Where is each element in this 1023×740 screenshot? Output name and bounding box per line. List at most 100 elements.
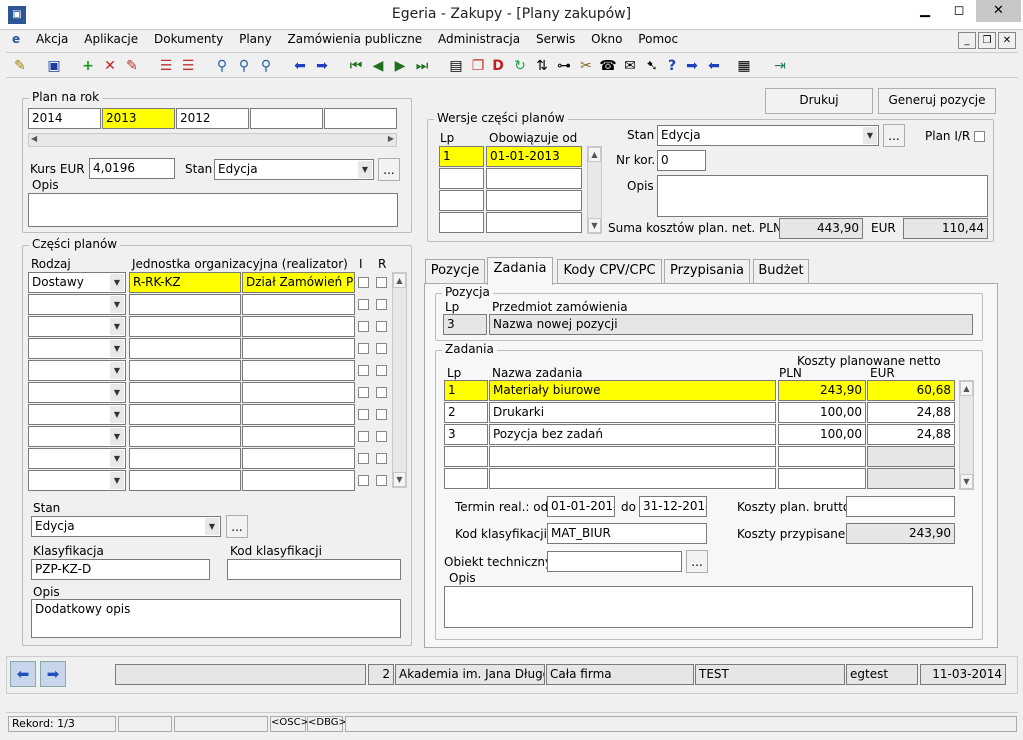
maximize-button[interactable]: ◻ (942, 0, 976, 22)
drukuj-button[interactable]: Drukuj (765, 88, 873, 114)
save-icon[interactable]: ▣ (44, 56, 64, 76)
zadanie-nazwa[interactable]: Drukarki (489, 402, 776, 423)
scroll-up-icon[interactable]: ▲ (393, 273, 406, 288)
arrow-right-icon[interactable]: ➡ (312, 56, 332, 76)
termin-do-field[interactable]: 31-12-2014 (639, 496, 707, 517)
tab-zadania[interactable]: Zadania (487, 257, 553, 285)
add-icon[interactable]: + (78, 56, 98, 76)
stan-dropdown[interactable]: Edycja ▼ (214, 159, 374, 180)
pointer-icon[interactable]: ➷ (642, 56, 662, 76)
plan-ir-checkbox[interactable] (974, 131, 985, 142)
kod-klas-field[interactable]: MAT_BIUR (547, 523, 707, 544)
rodzaj-dropdown[interactable]: ▼ (28, 382, 126, 403)
menu-serwis[interactable]: Serwis (530, 30, 581, 48)
pin-icon[interactable]: ✎ (10, 56, 30, 76)
search-clear-icon[interactable]: ⚲ (256, 56, 276, 76)
mdi-close-button[interactable]: ✕ (998, 32, 1016, 49)
zadanie-lp[interactable]: 3 (444, 424, 488, 445)
rodzaj-dropdown[interactable]: ▼ (28, 426, 126, 447)
jednostka-name-field[interactable] (242, 338, 355, 359)
zadanie-lp[interactable] (444, 446, 488, 467)
jednostka-code-field[interactable] (129, 316, 241, 337)
close-button[interactable]: ✕ (976, 0, 1021, 22)
jednostka-name-field[interactable] (242, 426, 355, 447)
zadania-scrollbar[interactable]: ▲ ▼ (959, 380, 974, 490)
chevron-down-icon[interactable]: ▼ (110, 406, 124, 423)
tab-pozycje[interactable]: Pozycje (425, 259, 485, 283)
wersje-lp-2[interactable] (439, 168, 484, 189)
rodzaj-dropdown[interactable]: Dostawy ▼ (28, 272, 126, 293)
chevron-down-icon[interactable]: ▼ (863, 127, 877, 144)
termin-od-field[interactable]: 01-01-2014 (547, 496, 615, 517)
r-checkbox[interactable] (376, 475, 387, 486)
r-checkbox[interactable] (376, 365, 387, 376)
rodzaj-dropdown[interactable]: ▼ (28, 470, 126, 491)
generuj-pozycje-button[interactable]: Generuj pozycje (878, 88, 996, 114)
jednostka-code-field[interactable] (129, 382, 241, 403)
wersje-lp-3[interactable] (439, 190, 484, 211)
menu-zamowienia[interactable]: Zamówienia publiczne (282, 30, 429, 48)
i-checkbox[interactable] (358, 453, 369, 464)
nr-kor-field[interactable]: 0 (657, 150, 706, 171)
zadanie-pln[interactable] (778, 468, 866, 489)
phone-icon[interactable]: ☎ (598, 56, 618, 76)
tools-icon[interactable]: ✂ (576, 56, 596, 76)
scroll-down-icon[interactable]: ▼ (960, 474, 973, 489)
koszty-brutto-field[interactable] (846, 496, 955, 517)
r-checkbox[interactable] (376, 453, 387, 464)
calc-icon[interactable]: ▦ (734, 56, 754, 76)
wersje-stan-dropdown[interactable]: Edycja ▼ (657, 125, 879, 146)
sort-icon[interactable]: ⇅ (532, 56, 552, 76)
obiekt-field[interactable] (547, 551, 682, 572)
arrow-left-icon[interactable]: ⬅ (290, 56, 310, 76)
wersje-ob-4[interactable] (486, 212, 582, 233)
chevron-down-icon[interactable]: ▼ (110, 274, 124, 291)
plan-opis-field[interactable] (28, 193, 398, 227)
r-checkbox[interactable] (376, 299, 387, 310)
zadania-opis-field[interactable] (444, 586, 973, 628)
d-icon[interactable]: D (488, 56, 508, 76)
jednostka-name-field[interactable] (242, 404, 355, 425)
mail-icon[interactable]: ✉ (620, 56, 640, 76)
search-next-icon[interactable]: ⚲ (234, 56, 254, 76)
chevron-down-icon[interactable]: ▼ (110, 428, 124, 445)
zadanie-lp[interactable] (444, 468, 488, 489)
split-icon[interactable]: ☰ (156, 56, 176, 76)
chevron-down-icon[interactable]: ▼ (110, 340, 124, 357)
wersje-opis-field[interactable] (657, 175, 988, 217)
i-checkbox[interactable] (358, 343, 369, 354)
klasyfikacja-field[interactable]: PZP-KZ-D (31, 559, 210, 580)
jednostka-code-field[interactable] (129, 404, 241, 425)
prev-record-icon[interactable]: ◀ (368, 56, 388, 76)
i-checkbox[interactable] (358, 299, 369, 310)
menu-okno[interactable]: Okno (585, 30, 628, 48)
jednostka-name-field[interactable] (242, 470, 355, 491)
wersje-scrollbar[interactable]: ▲ ▼ (587, 146, 602, 234)
zadanie-pln[interactable]: 243,90 (778, 380, 866, 401)
last-record-icon[interactable]: ⏭ (412, 56, 432, 76)
first-record-icon[interactable]: ⏮ (346, 56, 366, 76)
zadanie-lp[interactable]: 1 (444, 380, 488, 401)
year-scrollbar[interactable]: ◀ ▶ (28, 133, 397, 147)
scroll-down-icon[interactable]: ▼ (393, 472, 406, 487)
jednostka-name-field[interactable]: Dział Zamówień Pu (242, 272, 355, 293)
tab-przypisania[interactable]: Przypisania (664, 259, 750, 283)
i-checkbox[interactable] (358, 365, 369, 376)
chevron-down-icon[interactable]: ▼ (110, 362, 124, 379)
zadanie-pln[interactable] (778, 446, 866, 467)
help-icon[interactable]: ? (662, 56, 682, 76)
wersje-ob-1[interactable]: 01-01-2013 (486, 146, 582, 167)
rodzaj-dropdown[interactable]: ▼ (28, 316, 126, 337)
i-checkbox[interactable] (358, 475, 369, 486)
rodzaj-dropdown[interactable]: ▼ (28, 294, 126, 315)
r-checkbox[interactable] (376, 431, 387, 442)
menu-akcja[interactable]: Akcja (30, 30, 74, 48)
i-checkbox[interactable] (358, 321, 369, 332)
next-record-icon[interactable]: ▶ (390, 56, 410, 76)
scroll-right-icon[interactable]: ▶ (388, 134, 394, 143)
menu-dokumenty[interactable]: Dokumenty (148, 30, 229, 48)
rodzaj-dropdown[interactable]: ▼ (28, 448, 126, 469)
r-checkbox[interactable] (376, 343, 387, 354)
jednostka-code-field[interactable]: R-RK-KZ (129, 272, 241, 293)
zadanie-pln[interactable]: 100,00 (778, 424, 866, 445)
